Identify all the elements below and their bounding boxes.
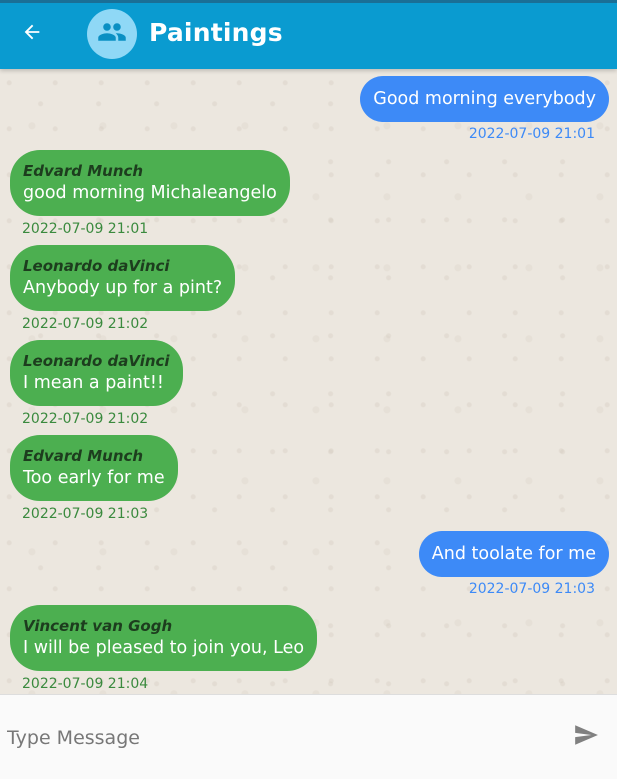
back-button[interactable] [16,18,48,50]
group-avatar[interactable] [87,9,137,59]
message-bubble[interactable]: Leonardo daVinci I mean a paint!! [10,340,183,406]
message-bubble[interactable]: Leonardo daVinci Anybody up for a pint? [10,245,236,311]
message-bubble[interactable]: Edvard Munch Too early for me [10,435,178,501]
message-list[interactable]: Good morning everybody 2022-07-09 21:01 … [0,69,617,694]
message-sender: Vincent van Gogh [23,617,173,635]
message-text: Good morning everybody [373,89,596,109]
message-text: Too early for me [23,468,165,488]
message-text: good morning Michaleangelo [23,183,277,203]
message-outgoing: And toolate for me [418,531,609,577]
chat-title: Paintings [149,18,283,47]
message-composer [0,694,617,779]
send-icon [571,722,601,752]
message-incoming: Leonardo daVinci I mean a paint!! [10,340,183,406]
message-text: Anybody up for a pint? [23,278,223,298]
message-incoming: Edvard Munch Too early for me [10,435,178,501]
message-incoming: Edvard Munch good morning Michaleangelo [10,150,290,216]
message-bubble[interactable]: Good morning everybody [360,76,609,122]
message-text: I mean a paint!! [23,373,164,393]
arrow-back-icon [21,21,43,47]
message-timestamp: 2022-07-09 21:03 [468,581,595,597]
status-strip [0,0,617,3]
send-button[interactable] [568,722,604,752]
message-timestamp: 2022-07-09 21:02 [22,411,149,427]
message-bubble[interactable]: Vincent van Gogh I will be pleased to jo… [10,605,318,671]
message-timestamp: 2022-07-09 21:03 [22,506,149,522]
message-bubble[interactable]: Edvard Munch good morning Michaleangelo [10,150,290,216]
message-text: And toolate for me [431,544,596,564]
message-sender: Leonardo daVinci [23,257,170,275]
message-timestamp: 2022-07-09 21:04 [22,676,149,692]
app-bar: Paintings [0,0,617,69]
message-incoming: Vincent van Gogh I will be pleased to jo… [10,605,318,671]
message-timestamp: 2022-07-09 21:01 [22,221,149,237]
group-icon [97,17,127,51]
message-sender: Edvard Munch [23,447,144,465]
message-sender: Edvard Munch [23,162,144,180]
message-timestamp: 2022-07-09 21:01 [468,126,595,142]
message-input[interactable] [0,717,549,759]
message-incoming: Leonardo daVinci Anybody up for a pint? [10,245,236,311]
message-timestamp: 2022-07-09 21:02 [22,316,149,332]
message-outgoing: Good morning everybody [360,76,609,122]
message-bubble[interactable]: And toolate for me [418,531,609,577]
message-text: I will be pleased to join you, Leo [23,638,305,658]
message-sender: Leonardo daVinci [23,352,170,370]
